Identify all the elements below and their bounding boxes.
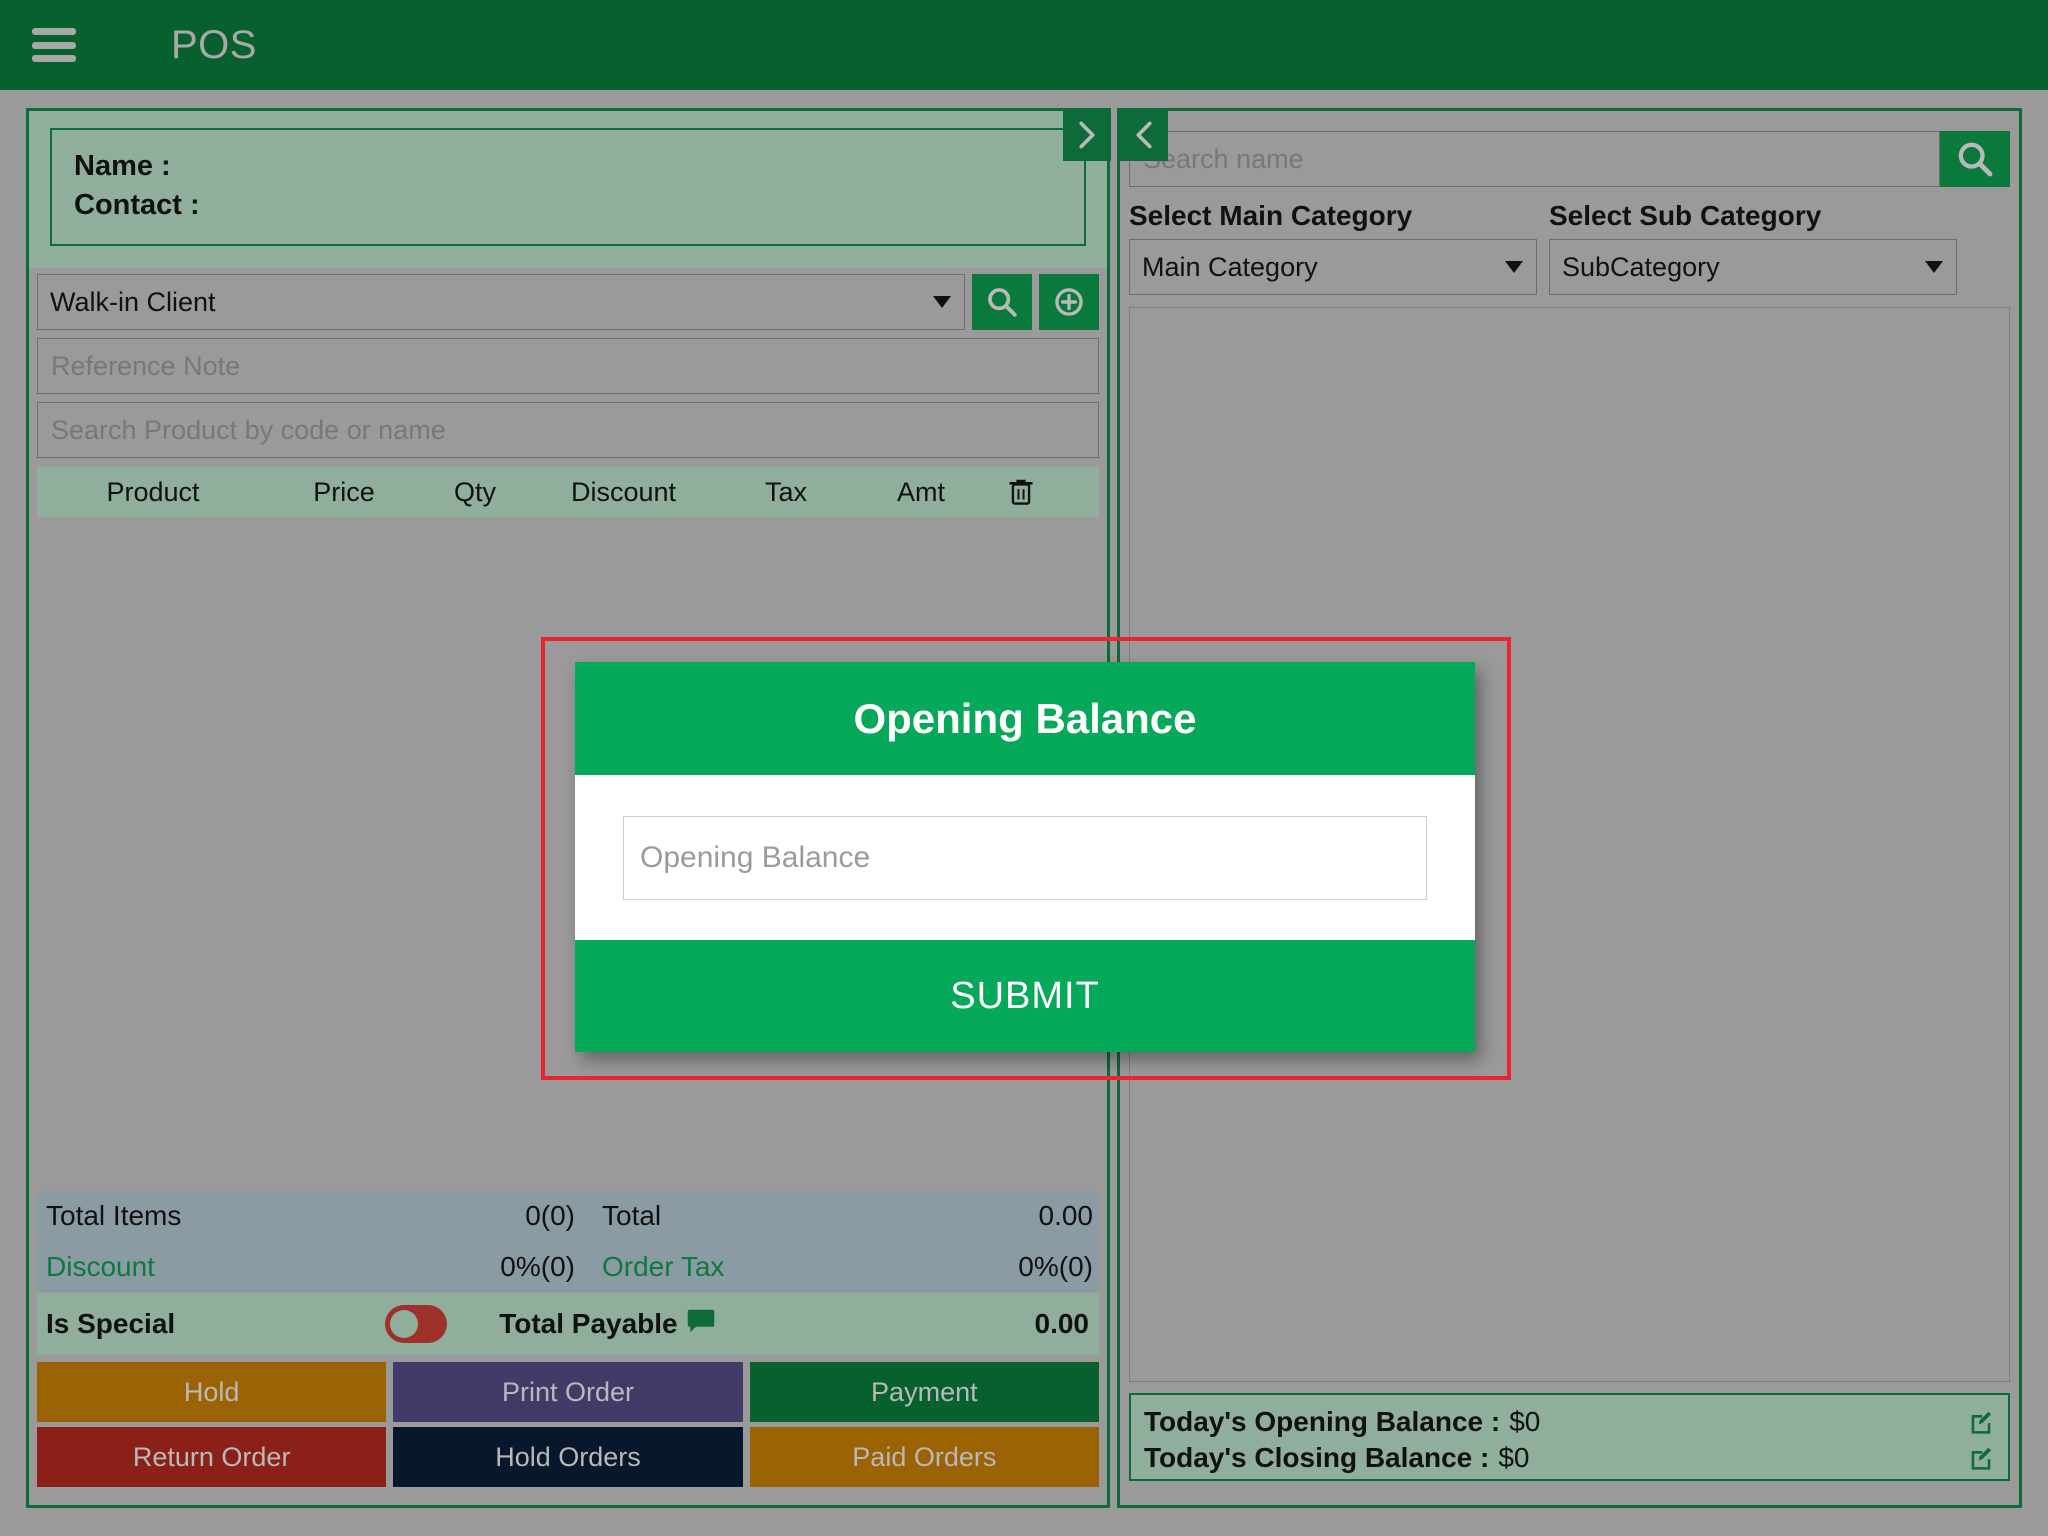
customer-contact-label: Contact : [74, 188, 200, 221]
modal-submit-button[interactable]: SUBMIT [575, 940, 1475, 1052]
hold-orders-button[interactable]: Hold Orders [393, 1427, 743, 1488]
client-select-row: Walk-in Client [29, 268, 1107, 331]
totals-row-items: Total Items 0(0) Total 0.00 [37, 1191, 1099, 1243]
opening-balance-modal: Opening Balance Opening Balance SUBMIT [575, 662, 1475, 1052]
special-and-payable-row: Is Special Total Payable 0.00 [37, 1293, 1099, 1356]
hamburger-menu-icon[interactable] [32, 28, 76, 62]
column-header-tax: Tax [764, 476, 808, 507]
order-tax-value: 0%(0) [1018, 1251, 1093, 1283]
total-items-cell: Total Items 0(0) [37, 1200, 585, 1232]
add-client-button[interactable] [1039, 274, 1099, 331]
edit-opening-balance-button[interactable] [1967, 1408, 1995, 1436]
comment-bubble-icon [687, 1309, 714, 1332]
product-search-input[interactable]: Search Product by code or name [37, 402, 1099, 459]
edit-pencil-icon [1971, 1447, 1992, 1470]
action-buttons-grid: Hold Print Order Payment Return Order Ho… [37, 1362, 1099, 1488]
is-special-label: Is Special [46, 1308, 176, 1340]
total-payable-note-button[interactable] [686, 1307, 716, 1342]
daily-balance-box: Today's Opening Balance : $0 Today's Clo… [1129, 1393, 2010, 1481]
top-header-bar: POS [0, 0, 2048, 90]
modal-body: Opening Balance [575, 775, 1475, 940]
total-items-value: 0(0) [525, 1200, 575, 1232]
modal-title: Opening Balance [575, 662, 1475, 775]
hamburger-bar [32, 28, 76, 35]
order-tax-cell[interactable]: Order Tax 0%(0) [585, 1251, 1099, 1283]
chevron-down-icon [1505, 261, 1523, 273]
hamburger-bar [32, 41, 76, 49]
chevron-down-icon [933, 296, 951, 309]
order-tax-label[interactable]: Order Tax [593, 1251, 724, 1283]
category-selects-row: Main Category SubCategory [1129, 239, 2010, 295]
catalog-search-button[interactable] [1940, 131, 2010, 187]
total-payable-value: 0.00 [1034, 1308, 1090, 1340]
main-category-label: Select Main Category [1129, 200, 1413, 231]
payment-button[interactable]: Payment [749, 1362, 1099, 1423]
hold-button[interactable]: Hold [37, 1362, 387, 1423]
edit-closing-balance-button[interactable] [1967, 1444, 1995, 1472]
customer-name-label: Name : [74, 150, 171, 182]
column-header-price: Price [313, 476, 375, 507]
client-select[interactable]: Walk-in Client [37, 274, 965, 331]
opening-balance-row: Today's Opening Balance : $0 [1144, 1404, 1995, 1440]
trash-icon [1009, 479, 1033, 505]
client-select-wrapper[interactable]: Walk-in Client [37, 274, 965, 331]
total-payable-label: Total Payable [499, 1308, 678, 1340]
plus-circle-icon [1055, 288, 1083, 316]
opening-balance-label: Today's Opening Balance : [1144, 1406, 1501, 1437]
discount-value: 0%(0) [500, 1251, 575, 1283]
closing-balance-label: Today's Closing Balance : [1144, 1441, 1490, 1473]
collapse-right-panel-button[interactable] [1120, 108, 1168, 161]
main-category-select-wrapper[interactable]: Main Category [1129, 239, 1537, 295]
customer-info-wrapper: Name : Contact : [29, 111, 1107, 269]
chevron-left-icon [1136, 121, 1152, 148]
chevron-right-icon [1079, 121, 1095, 148]
search-icon [1958, 142, 1993, 177]
return-order-button[interactable]: Return Order [37, 1427, 387, 1488]
clear-cart-button[interactable] [986, 477, 1056, 507]
hamburger-bar [32, 55, 76, 62]
discount-label[interactable]: Discount [37, 1251, 155, 1283]
page-title: POS [171, 22, 257, 67]
main-category-select[interactable]: Main Category [1129, 239, 1537, 295]
closing-balance-value: $0 [1498, 1441, 1530, 1473]
cart-table-header: Product Price Qty Discount Tax Amt [37, 467, 1099, 518]
edit-pencil-icon [1971, 1411, 1992, 1434]
opening-balance-input[interactable]: Opening Balance [623, 815, 1427, 900]
client-search-button[interactable] [972, 274, 1032, 331]
opening-balance-value: $0 [1509, 1406, 1541, 1437]
main-workspace: Name : Contact : Walk-in Client Referenc… [0, 90, 2048, 1536]
is-special-toggle[interactable] [385, 1305, 448, 1344]
totals-row-discount: Discount 0%(0) Order Tax 0%(0) [37, 1242, 1099, 1294]
total-value: 0.00 [1038, 1200, 1094, 1232]
print-order-button[interactable]: Print Order [393, 1362, 743, 1423]
reference-note-input[interactable]: Reference Note [37, 338, 1099, 395]
column-header-discount: Discount [570, 476, 677, 507]
total-cell: Total 0.00 [585, 1200, 1099, 1232]
column-header-product: Product [106, 476, 200, 507]
sub-category-select-wrapper[interactable]: SubCategory [1549, 239, 1957, 295]
customer-info-box: Name : Contact : [50, 128, 1086, 247]
column-header-qty: Qty [453, 476, 496, 507]
closing-balance-row: Today's Closing Balance : $0 [1144, 1440, 1995, 1476]
search-icon [988, 288, 1017, 317]
total-label: Total [602, 1200, 662, 1232]
total-items-label: Total Items [46, 1200, 182, 1232]
catalog-search-input[interactable]: Search name [1129, 131, 1940, 187]
column-header-amt: Amt [896, 476, 945, 507]
expand-left-panel-button[interactable] [1063, 108, 1111, 161]
discount-cell[interactable]: Discount 0%(0) [37, 1251, 585, 1283]
category-labels-row: Select Main Category Select Sub Category [1129, 200, 2010, 232]
sub-category-select[interactable]: SubCategory [1549, 239, 1957, 295]
toggle-knob [390, 1310, 419, 1339]
chevron-down-icon [1925, 261, 1943, 273]
sub-category-label: Select Sub Category [1549, 200, 1822, 231]
paid-orders-button[interactable]: Paid Orders [749, 1427, 1099, 1488]
catalog-search-row: Search name [1129, 131, 2010, 187]
